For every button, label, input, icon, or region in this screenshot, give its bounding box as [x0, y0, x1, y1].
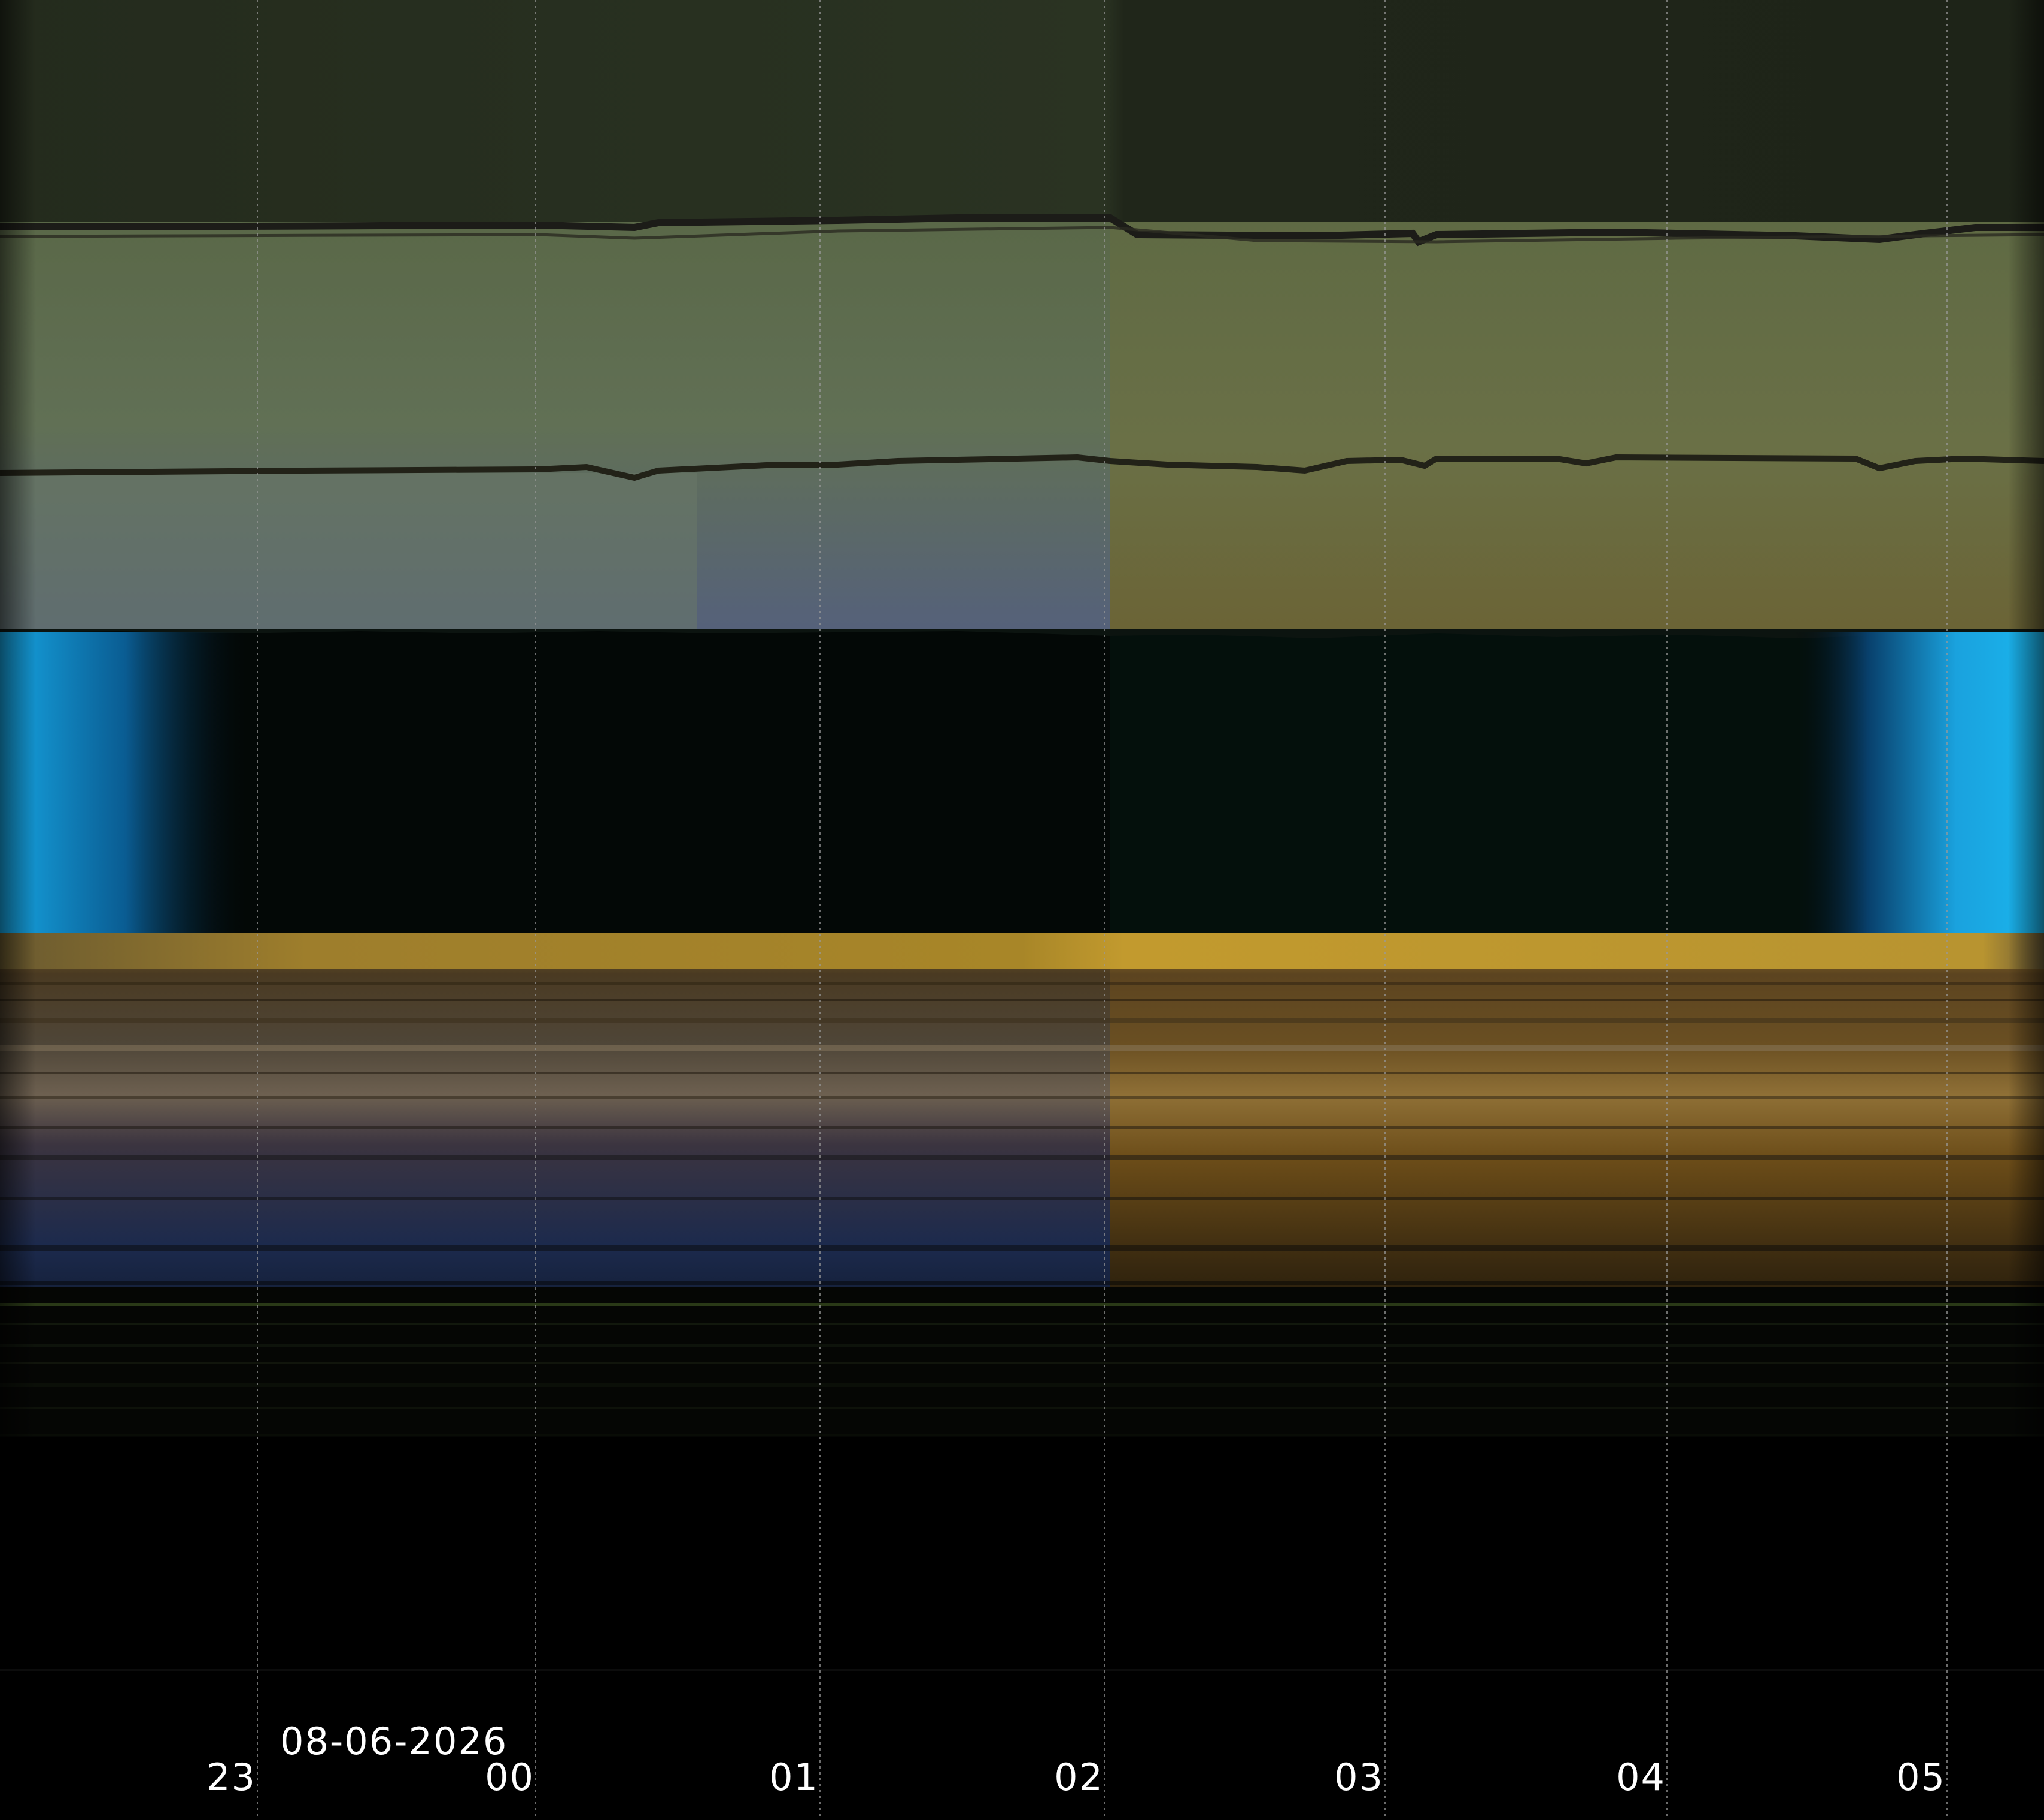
tick-label-05: 05	[1896, 1755, 1946, 1799]
sky-band-patch	[0, 473, 697, 629]
twilight-left	[0, 632, 251, 934]
edge-fade-right	[2008, 0, 2044, 1449]
horizon-gold	[0, 933, 2044, 969]
tick-label-04: 04	[1616, 1755, 1666, 1799]
tick-label-03: 03	[1334, 1755, 1384, 1799]
edge-fade-left	[0, 0, 36, 1449]
tick-label-01: 01	[769, 1755, 819, 1799]
tick-label-02: 02	[1054, 1755, 1104, 1799]
date-label: 08-06-2026	[280, 1719, 508, 1763]
bottom-black	[0, 1449, 2044, 1820]
bottom-faint-line	[0, 1669, 2044, 1671]
keogram-image	[0, 0, 2044, 1820]
tick-label-00: 00	[485, 1755, 534, 1799]
sky-band-right	[1110, 222, 2044, 629]
twilight-right	[1793, 632, 2044, 934]
sky-top-band	[0, 0, 2044, 222]
tick-label-23: 23	[206, 1755, 256, 1799]
green-line	[0, 1303, 2044, 1306]
